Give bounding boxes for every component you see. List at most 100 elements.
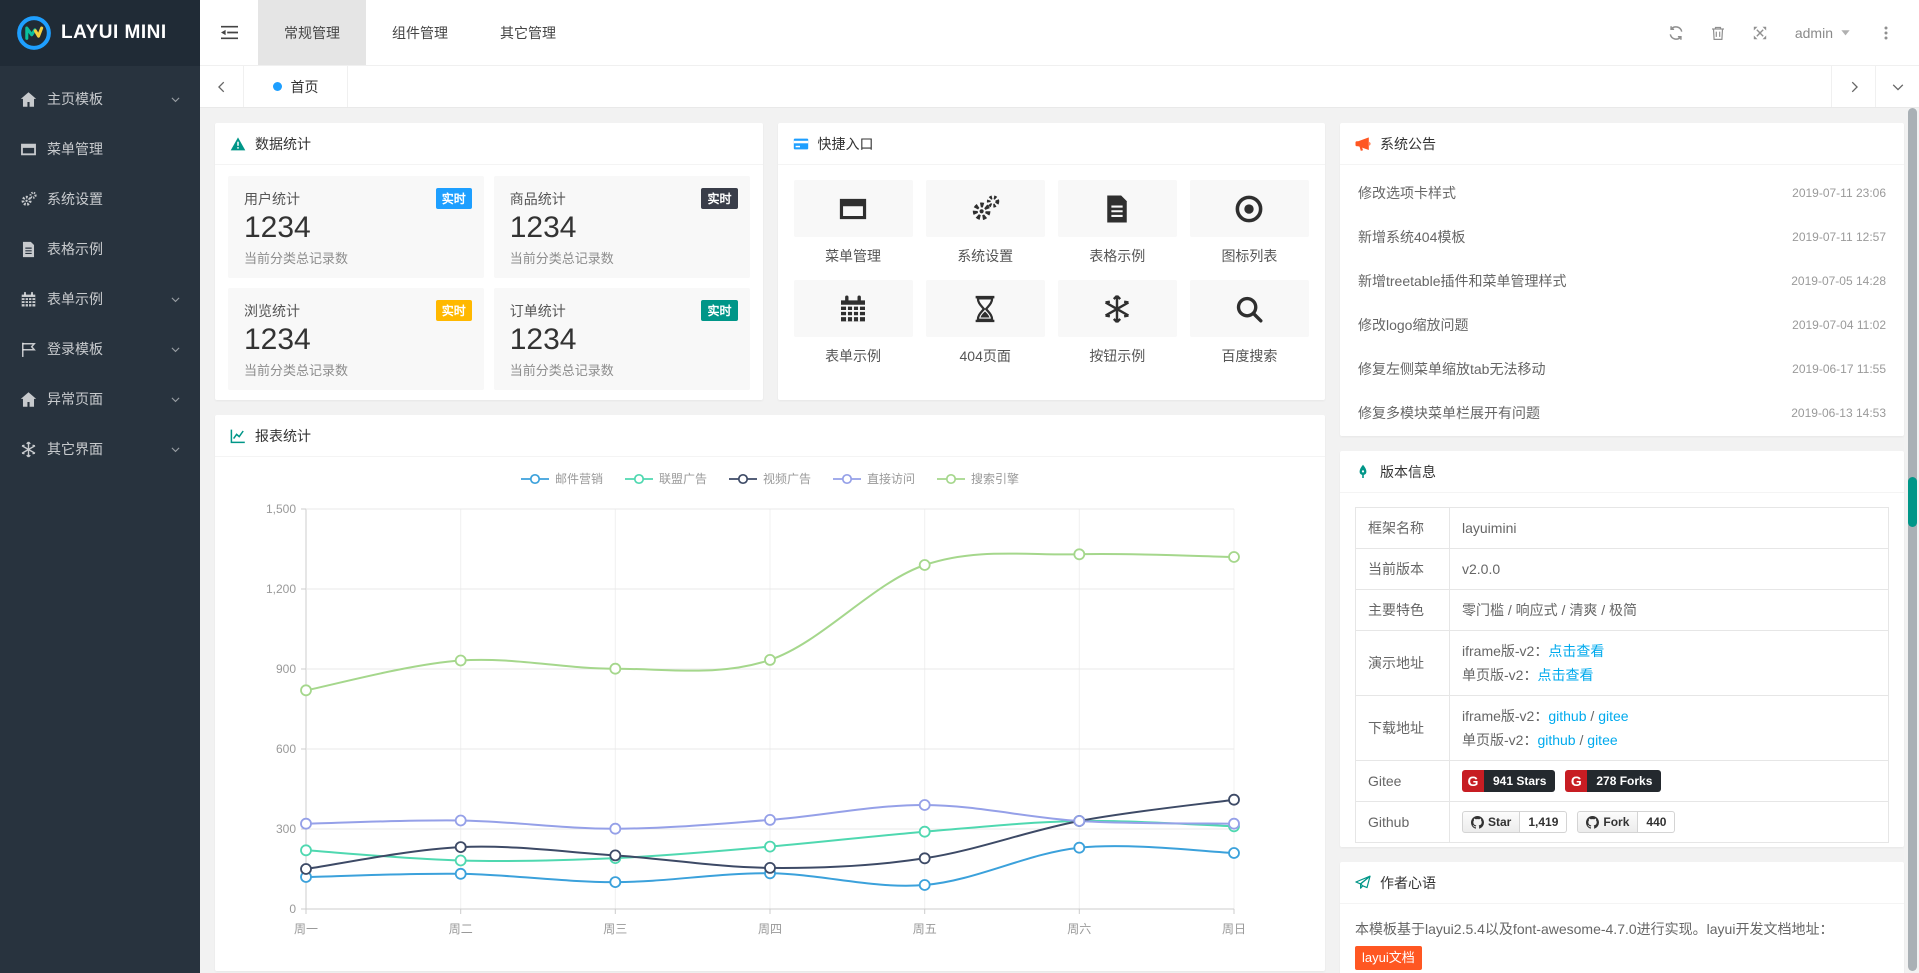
main-area: 常规管理组件管理其它管理 admin xyxy=(200,0,1919,973)
chart-container: 03006009001,2001,500周一周二周三周四周五周六周日 xyxy=(215,487,1325,959)
version-row-value: iframe版-v2：点击查看单页版-v2：点击查看 xyxy=(1450,631,1889,696)
version-link[interactable]: github xyxy=(1548,708,1586,724)
logo[interactable]: LAYUI MINI xyxy=(0,0,200,66)
github-badge[interactable]: Star1,419 xyxy=(1462,811,1567,833)
user-menu[interactable]: admin xyxy=(1781,0,1865,66)
quick-entry-label: 404页面 xyxy=(926,346,1045,366)
author-words-card: 作者心语 本模板基于layui2.5.4以及font-awesome-4.7.0… xyxy=(1340,862,1904,973)
tab-scroll-right-button[interactable] xyxy=(1831,66,1875,107)
chevron-down-icon xyxy=(169,393,182,406)
sidebar-item-label: 表单示例 xyxy=(47,289,169,309)
sidebar-item-label: 系统设置 xyxy=(47,189,182,209)
warning-triangle-icon xyxy=(230,136,246,152)
report-chart-header: 报表统计 xyxy=(215,415,1325,457)
legend-item[interactable]: 搜索引擎 xyxy=(937,470,1019,487)
github-badge[interactable]: Fork440 xyxy=(1577,811,1675,833)
page-tab[interactable]: 首页 xyxy=(244,66,348,107)
stat-panel[interactable]: 商品统计 1234 当前分类总记录数 实时 xyxy=(494,176,750,278)
quick-entry-item[interactable]: 菜单管理 xyxy=(794,180,913,266)
hourglass-icon xyxy=(926,280,1045,337)
window-icon xyxy=(20,141,37,158)
stat-panel[interactable]: 用户统计 1234 当前分类总记录数 实时 xyxy=(228,176,484,278)
gitee-badge[interactable]: G941 Stars xyxy=(1462,770,1555,792)
stat-panel[interactable]: 浏览统计 1234 当前分类总记录数 实时 xyxy=(228,288,484,390)
sidebar-item[interactable]: 其它界面 xyxy=(0,424,200,474)
notice-text: 修复多模块菜单栏展开有问题 xyxy=(1358,403,1540,423)
stat-value: 1234 xyxy=(510,210,734,246)
quick-entry-label: 菜单管理 xyxy=(794,246,913,266)
realtime-badge: 实时 xyxy=(701,188,737,209)
notice-item[interactable]: 修改选项卡样式 2019-07-11 23:06 xyxy=(1358,171,1886,215)
stat-label: 订单统计 xyxy=(510,301,734,321)
quick-entry-item[interactable]: 表格示例 xyxy=(1058,180,1177,266)
quick-entry-item[interactable]: 系统设置 xyxy=(926,180,1045,266)
snowflake-icon xyxy=(1058,280,1177,337)
sidebar-item[interactable]: 菜单管理 xyxy=(0,124,200,174)
tab-operations-button[interactable] xyxy=(1875,66,1919,107)
file-icon xyxy=(1058,180,1177,237)
chevron-down-icon xyxy=(169,293,182,306)
stat-caption: 当前分类总记录数 xyxy=(510,360,734,379)
version-link[interactable]: gitee xyxy=(1598,708,1628,724)
svg-text:周五: 周五 xyxy=(913,922,937,936)
quick-entry-item[interactable]: 图标列表 xyxy=(1190,180,1309,266)
notice-item[interactable]: 新增treetable插件和菜单管理样式 2019-07-05 14:28 xyxy=(1358,259,1886,303)
collapse-sidebar-button[interactable] xyxy=(200,0,258,65)
tab-scroll-left-button[interactable] xyxy=(200,66,244,107)
version-info-header: 版本信息 xyxy=(1340,451,1904,493)
sidebar-item[interactable]: 表格示例 xyxy=(0,224,200,274)
sidebar-item[interactable]: 表单示例 xyxy=(0,274,200,324)
legend-item[interactable]: 邮件营销 xyxy=(521,470,603,487)
sidebar-item[interactable]: 主页模板 xyxy=(0,74,200,124)
version-link[interactable]: gitee xyxy=(1587,732,1617,748)
window-icon xyxy=(794,180,913,237)
notice-item[interactable]: 修改logo缩放问题 2019-07-04 11:02 xyxy=(1358,303,1886,347)
gitee-badge[interactable]: G278 Forks xyxy=(1565,770,1661,792)
refresh-icon[interactable] xyxy=(1655,0,1697,66)
notice-date: 2019-07-04 11:02 xyxy=(1792,318,1886,332)
legend-label: 邮件营销 xyxy=(555,470,603,487)
credit-card-icon xyxy=(793,136,809,152)
report-chart-card: 报表统计 邮件营销 联盟广告 视频广告 直接访问 搜索引擎 0300600900… xyxy=(215,415,1325,971)
sidebar-item[interactable]: 异常页面 xyxy=(0,374,200,424)
clear-cache-trash-icon[interactable] xyxy=(1697,0,1739,66)
notice-item[interactable]: 修复左侧菜单缩放tab无法移动 2019-06-17 11:55 xyxy=(1358,347,1886,391)
chevron-down-icon xyxy=(169,443,182,456)
module-tab[interactable]: 其它管理 xyxy=(474,0,582,65)
svg-text:0: 0 xyxy=(289,902,296,916)
stat-panel[interactable]: 订单统计 1234 当前分类总记录数 实时 xyxy=(494,288,750,390)
page-scrollbar-track[interactable] xyxy=(1908,108,1917,971)
version-row-label: 框架名称 xyxy=(1356,508,1450,549)
dot-circle-icon xyxy=(1190,180,1309,237)
paper-plane-icon xyxy=(1355,875,1371,891)
layui-doc-badge[interactable]: layui文档 xyxy=(1355,946,1422,970)
quick-entry-item[interactable]: 表单示例 xyxy=(794,280,913,366)
gitee-badge-text: 278 Forks xyxy=(1587,770,1661,792)
fullscreen-icon[interactable] xyxy=(1739,0,1781,66)
page-scrollbar-thumb[interactable] xyxy=(1908,477,1917,527)
legend-item[interactable]: 直接访问 xyxy=(833,470,915,487)
notice-item[interactable]: 修复多模块菜单栏展开有问题 2019-06-13 14:53 xyxy=(1358,391,1886,435)
version-link[interactable]: github xyxy=(1537,732,1575,748)
quick-entry-item[interactable]: 百度搜索 xyxy=(1190,280,1309,366)
module-tab[interactable]: 常规管理 xyxy=(258,0,366,65)
sidebar-item[interactable]: 系统设置 xyxy=(0,174,200,224)
svg-text:900: 900 xyxy=(276,662,296,676)
version-table-row: 主要特色 零门槛 / 响应式 / 清爽 / 极简 xyxy=(1356,590,1889,631)
more-menu-icon[interactable] xyxy=(1865,0,1907,66)
stat-value: 1234 xyxy=(244,210,468,246)
version-row-value: Star1,419 Fork440 xyxy=(1450,802,1889,843)
quick-entry-item[interactable]: 按钮示例 xyxy=(1058,280,1177,366)
stat-label: 用户统计 xyxy=(244,189,468,209)
flag-icon xyxy=(20,341,37,358)
notice-item[interactable]: 新增系统404模板 2019-07-11 12:57 xyxy=(1358,215,1886,259)
version-link[interactable]: 点击查看 xyxy=(1537,667,1593,683)
sidebar-item[interactable]: 登录模板 xyxy=(0,324,200,374)
legend-item[interactable]: 联盟广告 xyxy=(625,470,707,487)
svg-text:周四: 周四 xyxy=(758,922,782,936)
legend-label: 视频广告 xyxy=(763,470,811,487)
module-tab[interactable]: 组件管理 xyxy=(366,0,474,65)
legend-item[interactable]: 视频广告 xyxy=(729,470,811,487)
quick-entry-item[interactable]: 404页面 xyxy=(926,280,1045,366)
version-link[interactable]: 点击查看 xyxy=(1548,643,1604,659)
